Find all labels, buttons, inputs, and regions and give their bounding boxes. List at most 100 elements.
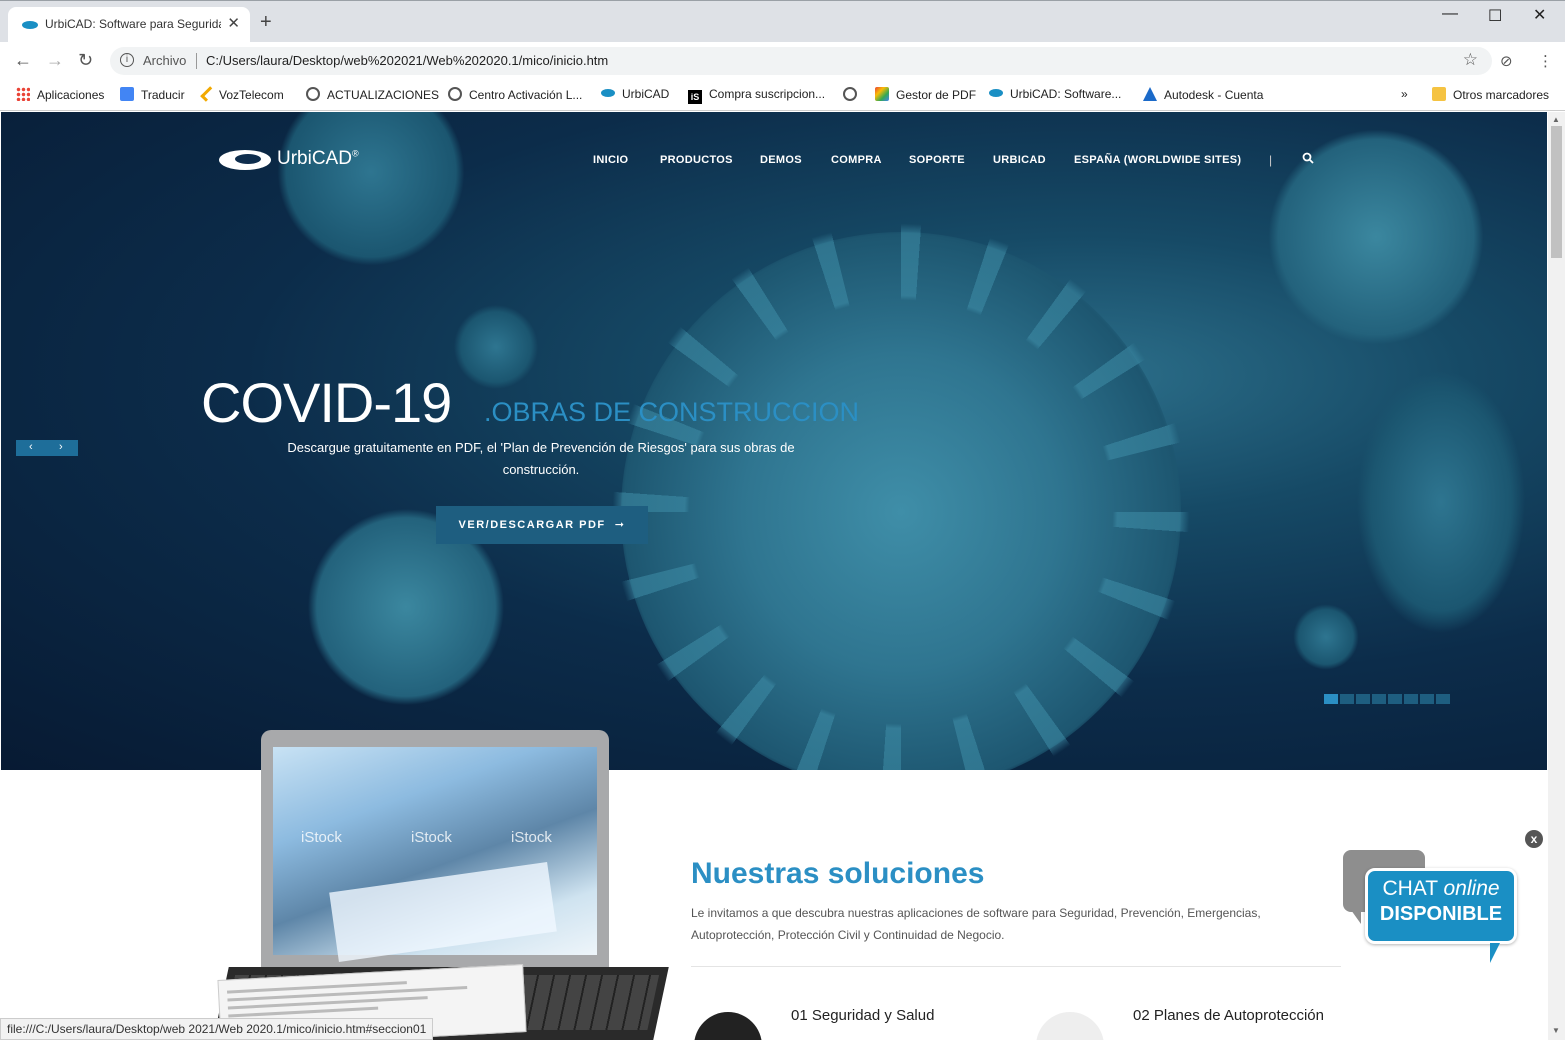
bookmark-aplicaciones[interactable]: Aplicaciones bbox=[16, 87, 104, 102]
hero-description: Descargue gratuitamente en PDF, el 'Plan… bbox=[287, 440, 795, 477]
bookmarks-overflow-button[interactable]: » bbox=[1401, 87, 1408, 101]
url-text[interactable]: C:/Users/laura/Desktop/web%202021/Web%20… bbox=[206, 53, 608, 68]
globe-icon bbox=[306, 87, 320, 101]
globe-icon bbox=[448, 87, 462, 101]
hero-slider: UrbiCAD® INICIO PRODUCTOS DEMOS COMPRA S… bbox=[1, 112, 1547, 770]
bookmark-globe[interactable] bbox=[843, 87, 864, 102]
bookmark-urbicad[interactable]: UrbiCAD bbox=[601, 87, 669, 101]
search-icon[interactable] bbox=[1302, 152, 1314, 167]
bookmark-compra-suscripcion[interactable]: iS Compra suscripcion... bbox=[688, 87, 825, 104]
bookmark-gestor-pdf[interactable]: Gestor de PDF bbox=[875, 87, 976, 102]
slider-dot[interactable] bbox=[1324, 694, 1338, 704]
browser-tab[interactable]: UrbiCAD: Software para Seguridad ✕ bbox=[8, 7, 250, 43]
watermark-text: iStock bbox=[511, 829, 552, 846]
back-button[interactable]: ← bbox=[14, 50, 32, 71]
nav-urbicad[interactable]: URBICAD bbox=[993, 154, 1046, 166]
address-bar[interactable]: i Archivo C:/Users/laura/Desktop/web%202… bbox=[110, 47, 1492, 75]
page-scrollbar[interactable]: ▲ ▼ bbox=[1548, 112, 1565, 1040]
slider-dot[interactable] bbox=[1340, 694, 1354, 704]
chat-close-button[interactable]: x bbox=[1525, 830, 1543, 848]
divider bbox=[691, 966, 1341, 967]
bookmark-voztelecom[interactable]: VozTelecom bbox=[200, 86, 284, 102]
urbicad-icon bbox=[989, 89, 1003, 97]
bookmark-traducir[interactable]: Traducir bbox=[120, 87, 185, 102]
bookmark-otros-marcadores[interactable]: Otros marcadores bbox=[1432, 87, 1549, 102]
hero-title: COVID-19 bbox=[201, 371, 452, 434]
apps-grid-icon bbox=[16, 87, 30, 101]
urbicad-logo-icon bbox=[219, 150, 271, 170]
virus-topleft-image bbox=[271, 112, 471, 272]
nav-soporte[interactable]: SOPORTE bbox=[909, 154, 965, 166]
hero-subtitle: .OBRAS DE CONSTRUCCION bbox=[484, 397, 860, 427]
globe-icon bbox=[843, 87, 857, 101]
slider-arrows: ‹ › bbox=[16, 440, 78, 456]
solution-icon-dark bbox=[694, 1012, 762, 1040]
page-viewport: UrbiCAD® INICIO PRODUCTOS DEMOS COMPRA S… bbox=[1, 112, 1547, 1040]
forward-button[interactable]: → bbox=[46, 50, 64, 71]
laptop-image: iStock iStock iStock bbox=[261, 730, 609, 968]
slider-dot[interactable] bbox=[1356, 694, 1370, 704]
slider-next-button[interactable]: › bbox=[59, 441, 63, 453]
virus-tiny-image bbox=[451, 302, 541, 392]
slider-pagination bbox=[1324, 693, 1452, 704]
new-tab-button[interactable]: + bbox=[260, 12, 272, 32]
slider-dot[interactable] bbox=[1420, 694, 1434, 704]
bookmark-centro-activacion[interactable]: Centro Activación L... bbox=[448, 87, 582, 102]
download-pdf-button[interactable]: VER/DESCARGAR PDF ➞ bbox=[436, 506, 648, 544]
pdf-icon bbox=[875, 87, 889, 101]
maximize-button[interactable]: ☐ bbox=[1488, 6, 1502, 26]
slider-dot[interactable] bbox=[1436, 694, 1450, 704]
menu-kebab-icon[interactable]: ⋮ bbox=[1538, 52, 1553, 70]
virus-topright-image bbox=[1261, 122, 1491, 352]
scroll-down-icon[interactable]: ▼ bbox=[1552, 1026, 1560, 1035]
arrow-right-icon: ➞ bbox=[614, 519, 626, 531]
nav-compra[interactable]: COMPRA bbox=[831, 154, 882, 166]
solution-icon-light bbox=[1036, 1012, 1104, 1040]
reload-button[interactable]: ↻ bbox=[78, 50, 93, 71]
browser-toolbar: ← → ↻ i Archivo C:/Users/laura/Desktop/w… bbox=[0, 42, 1565, 80]
nav-demos[interactable]: DEMOS bbox=[760, 154, 802, 166]
extension-icon[interactable]: ⊘ bbox=[1500, 52, 1513, 70]
url-separator bbox=[196, 53, 197, 69]
chat-online-button[interactable]: CHAT online DISPONIBLE bbox=[1365, 868, 1517, 963]
solutions-text: Le invitamos a que descubra nuestras apl… bbox=[691, 906, 1261, 942]
istock-icon: iS bbox=[688, 90, 702, 104]
folder-icon bbox=[1432, 87, 1446, 101]
blueprint-image bbox=[329, 862, 557, 962]
virus-right-image bbox=[1351, 362, 1531, 642]
nav-separator: | bbox=[1269, 153, 1273, 167]
close-window-button[interactable]: ✕ bbox=[1533, 5, 1546, 25]
solutions-title: Nuestras soluciones bbox=[691, 857, 985, 890]
slider-dot[interactable] bbox=[1372, 694, 1386, 704]
bookmark-autodesk[interactable]: Autodesk - Cuenta bbox=[1143, 87, 1263, 102]
tab-strip: UrbiCAD: Software para Seguridad ✕ + — ☐… bbox=[0, 0, 1565, 43]
laptop-screen-image: iStock iStock iStock bbox=[273, 747, 597, 962]
minimize-button[interactable]: — bbox=[1442, 5, 1458, 23]
voztelecom-icon bbox=[200, 86, 216, 102]
watermark-text: iStock bbox=[411, 829, 452, 846]
solution-item-autoproteccion[interactable]: 02 Planes de Autoprotección bbox=[1133, 1007, 1324, 1024]
info-icon[interactable]: i bbox=[120, 53, 134, 67]
status-bar: file:///C:/Users/laura/Desktop/web 2021/… bbox=[0, 1018, 434, 1040]
nav-inicio[interactable]: INICIO bbox=[593, 154, 628, 166]
bookmark-urbicad-software[interactable]: UrbiCAD: Software... bbox=[989, 87, 1121, 101]
slider-dot[interactable] bbox=[1388, 694, 1402, 704]
urbicad-icon bbox=[601, 89, 615, 97]
watermark-text: iStock bbox=[301, 829, 342, 846]
solution-item-seguridad-salud[interactable]: 01 Seguridad y Salud bbox=[791, 1007, 934, 1024]
url-scheme: Archivo bbox=[143, 53, 187, 68]
close-tab-icon[interactable]: ✕ bbox=[227, 14, 240, 32]
translate-icon bbox=[120, 87, 134, 101]
bookmark-actualizaciones[interactable]: ACTUALIZACIONES bbox=[306, 87, 439, 102]
nav-productos[interactable]: PRODUCTOS bbox=[660, 154, 733, 166]
scrollbar-thumb[interactable] bbox=[1551, 126, 1562, 258]
scroll-up-icon[interactable]: ▲ bbox=[1552, 115, 1560, 124]
slider-prev-button[interactable]: ‹ bbox=[29, 441, 33, 453]
logo-text: UrbiCAD® bbox=[277, 148, 359, 169]
nav-espana-worldwide[interactable]: ESPAÑA (WORLDWIDE SITES) bbox=[1074, 154, 1241, 166]
slider-dot[interactable] bbox=[1404, 694, 1418, 704]
bookmark-star-icon[interactable]: ☆ bbox=[1463, 50, 1478, 70]
virus-tiny-image bbox=[1291, 602, 1361, 672]
tab-title: UrbiCAD: Software para Seguridad bbox=[45, 17, 221, 31]
bookmarks-bar: Aplicaciones Traducir VozTelecom ACTUALI… bbox=[0, 80, 1565, 111]
